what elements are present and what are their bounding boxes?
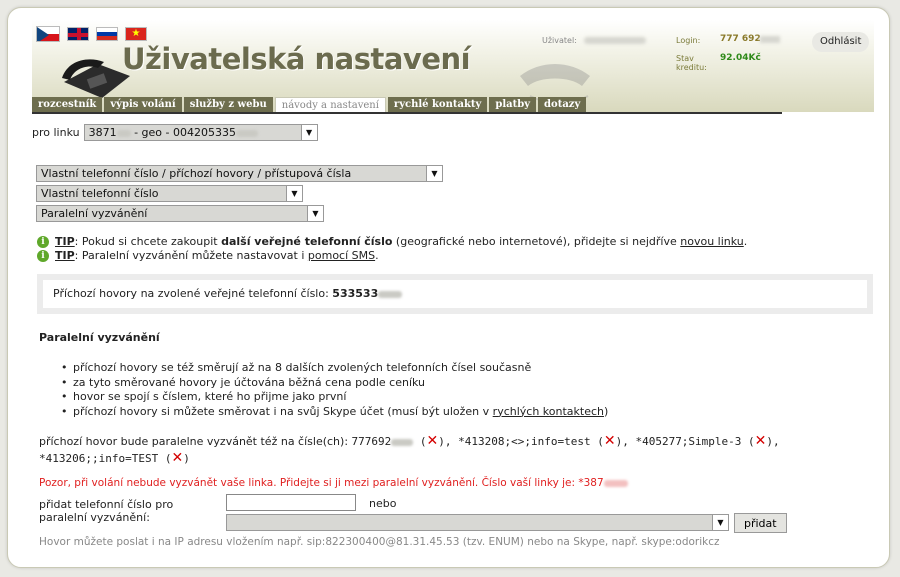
section-title: Paralelní vyzvánění [39, 331, 160, 344]
list-item: příchozí hovory si můžete směrovat i na … [59, 405, 608, 420]
delete-icon[interactable]: ✕ [427, 433, 439, 449]
tab-dotazy[interactable]: dotazy [538, 97, 587, 112]
user-value-redacted [584, 37, 646, 44]
parallel-number: *413208;<>;info=test [458, 435, 591, 448]
tab-navody-a-nastaveni[interactable]: návody a nastavení [274, 97, 386, 112]
tab-rozcestnik[interactable]: rozcestník [32, 97, 103, 112]
user-label: Uživatel: [542, 36, 577, 45]
subcategory-select[interactable]: Vlastní telefonní číslo ▼ [36, 185, 303, 202]
incoming-calls-box: Příchozí hovory na zvolené veřejné telef… [37, 274, 873, 314]
login-value: 777 692 [720, 34, 761, 44]
delete-icon[interactable]: ✕ [604, 433, 616, 449]
login-value-redacted [760, 36, 780, 43]
page-title: Uživatelská nastavení [122, 42, 471, 76]
tab-underline [32, 112, 782, 114]
quick-contacts-link[interactable]: rychlých kontaktech [493, 405, 604, 418]
tab-rychle-kontakty[interactable]: rychlé kontakty [387, 97, 488, 112]
parallel-number: *405277;Simple-3 [635, 435, 742, 448]
credit-value: 92.04Kč [720, 53, 761, 63]
line-label: pro linku [32, 126, 80, 139]
contact-select[interactable]: ▼ [226, 514, 729, 531]
tab-sluzby-z-webu[interactable]: služby z webu [183, 97, 273, 112]
ru-flag-icon[interactable] [96, 27, 118, 41]
info-icon: i [37, 236, 49, 248]
list-item: za tyto směrované hovory je účtována běž… [59, 376, 608, 391]
parallel-numbers: příchozí hovor bude paralelne vyzvánět t… [39, 433, 780, 466]
parallel-number: 777692 [351, 435, 392, 448]
language-flags: ★ [36, 26, 147, 42]
line-value-mid: - geo - 004205335 [130, 126, 236, 139]
public-number: 533533 [332, 287, 379, 300]
info-icon: i [37, 250, 49, 262]
new-line-link[interactable]: novou linku [680, 235, 744, 248]
page-frame: ★ Uživatelská nastavení Uživatel: Login:… [7, 7, 890, 568]
list-item: příchozí hovory se též směrují až na 8 d… [59, 361, 608, 376]
add-button[interactable]: přidat [734, 513, 787, 533]
gb-flag-icon[interactable] [67, 27, 89, 41]
tips: i TIP: Pokud si chcete zakoupit další ve… [37, 235, 747, 263]
sms-link[interactable]: pomocí SMS [308, 249, 375, 262]
chevron-down-icon: ▼ [307, 206, 323, 221]
or-label: nebo [369, 497, 397, 510]
cz-flag-icon[interactable] [36, 26, 60, 42]
warning-text: Pozor, při volání nebude vyzvánět vaše l… [39, 477, 628, 489]
chevron-down-icon: ▼ [286, 186, 302, 201]
chevron-down-icon: ▼ [426, 166, 442, 181]
chevron-down-icon: ▼ [712, 515, 728, 530]
hint-note: Hovor můžete poslat i na IP adresu vlože… [39, 536, 720, 548]
vn-flag-icon[interactable]: ★ [125, 27, 147, 41]
main-tabs: rozcestník výpis volání služby z webu ná… [32, 97, 587, 112]
chevron-down-icon: ▼ [300, 125, 317, 140]
delete-icon[interactable]: ✕ [755, 433, 767, 449]
feature-select[interactable]: Paralelní vyzvánění ▼ [36, 205, 324, 222]
tip-2: i TIP: Paralelní vyzvánění můžete nastav… [37, 249, 747, 263]
list-item: hovor se spojí s číslem, které ho přijme… [59, 390, 608, 405]
phone-number-input[interactable] [226, 494, 356, 511]
tab-platby[interactable]: platby [489, 97, 537, 112]
category-select[interactable]: Vlastní telefonní číslo / příchozí hovor… [36, 165, 443, 182]
info-list: příchozí hovory se též směrují až na 8 d… [59, 361, 608, 419]
tip-1: i TIP: Pokud si chcete zakoupit další ve… [37, 235, 747, 249]
credit-label: Stav kreditu: [676, 54, 707, 72]
delete-icon[interactable]: ✕ [171, 450, 183, 466]
settings-selects: Vlastní telefonní číslo / příchozí hovor… [36, 165, 443, 222]
logout-button[interactable]: Odhlásit [812, 32, 870, 52]
line-select[interactable]: 3871 - geo - 004205335 ▼ [83, 124, 318, 141]
line-value-prefix: 3871 [88, 126, 117, 139]
tab-vypis-volani[interactable]: výpis volání [104, 97, 182, 112]
add-number-label: přidat telefonní číslo pro paralelní vyz… [39, 498, 174, 524]
login-label: Login: [676, 36, 701, 45]
line-selector-row: pro linku 3871 - geo - 004205335 ▼ [32, 124, 318, 141]
parallel-number: *413206;;info=TEST [39, 452, 159, 465]
